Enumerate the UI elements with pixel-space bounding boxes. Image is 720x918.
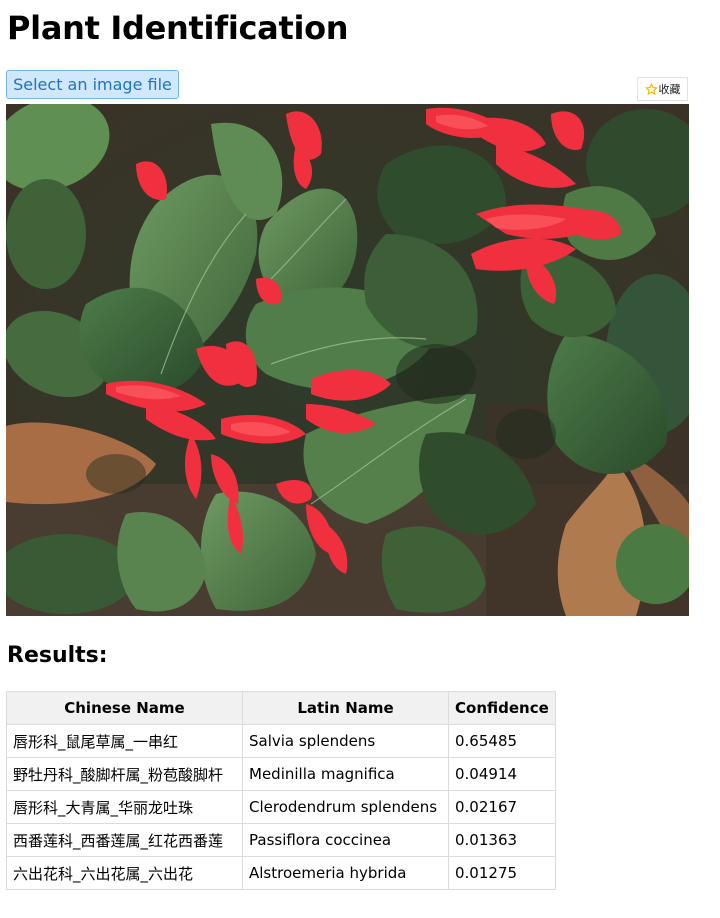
- table-header-row: Chinese Name Latin Name Confidence: [6, 691, 556, 725]
- latin-name-cell: Passiflora coccinea: [242, 823, 449, 857]
- chinese-name-cell: 唇形科_鼠尾草属_一串红: [6, 724, 243, 758]
- latin-name-cell: Clerodendrum splendens: [242, 790, 449, 824]
- results-table: Chinese Name Latin Name Confidence 唇形科_鼠…: [6, 691, 556, 890]
- table-row: 西番莲科_西番莲属_红花西番莲 Passiflora coccinea 0.01…: [6, 823, 556, 857]
- latin-name-cell: Medinilla magnifica: [242, 757, 449, 791]
- chinese-name-cell: 六出花科_六出花属_六出花: [6, 856, 243, 890]
- column-header-chinese-name: Chinese Name: [6, 691, 243, 725]
- confidence-cell: 0.04914: [448, 757, 556, 791]
- table-row: 野牡丹科_酸脚杆属_粉苞酸脚杆 Medinilla magnifica 0.04…: [6, 757, 556, 791]
- chinese-name-cell: 野牡丹科_酸脚杆属_粉苞酸脚杆: [6, 757, 243, 791]
- results-heading: Results:: [7, 643, 108, 668]
- confidence-cell: 0.01275: [448, 856, 556, 890]
- favorite-label: 收藏: [658, 83, 681, 96]
- table-row: 唇形科_鼠尾草属_一串红 Salvia splendens 0.65485: [6, 724, 556, 758]
- latin-name-cell: Alstroemeria hybrida: [242, 856, 449, 890]
- latin-name-cell: Salvia splendens: [242, 724, 449, 758]
- select-image-file-button[interactable]: Select an image file: [6, 70, 179, 99]
- table-row: 唇形科_大青属_华丽龙吐珠 Clerodendrum splendens 0.0…: [6, 790, 556, 824]
- favorite-button[interactable]: 收藏: [637, 77, 688, 101]
- confidence-cell: 0.01363: [448, 823, 556, 857]
- chinese-name-cell: 西番莲科_西番莲属_红花西番莲: [6, 823, 243, 857]
- table-row: 六出花科_六出花属_六出花 Alstroemeria hybrida 0.012…: [6, 856, 556, 890]
- confidence-cell: 0.02167: [448, 790, 556, 824]
- chinese-name-cell: 唇形科_大青属_华丽龙吐珠: [6, 790, 243, 824]
- confidence-cell: 0.65485: [448, 724, 556, 758]
- plant-photo: [6, 104, 689, 616]
- column-header-latin-name: Latin Name: [242, 691, 449, 725]
- page-title: Plant Identification: [7, 9, 349, 47]
- star-icon: [644, 82, 658, 95]
- column-header-confidence: Confidence: [448, 691, 556, 725]
